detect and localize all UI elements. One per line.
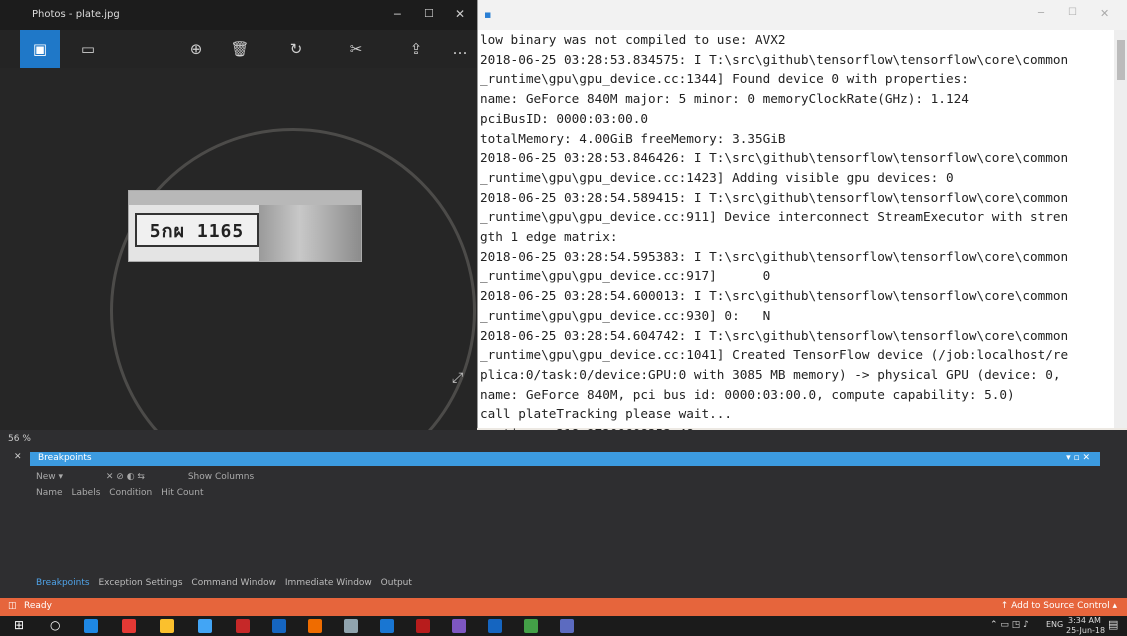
visual-studio-icon[interactable]	[452, 619, 466, 633]
explorer-icon[interactable]	[160, 619, 174, 633]
breakpoints-toolbar: New ▾ ✕ ⊘ ◐ ⇆ Show Columns	[36, 472, 254, 482]
column-header[interactable]: Condition	[109, 488, 152, 498]
breakpoints-header[interactable]: Breakpoints ▾ ▫ ✕	[30, 452, 1100, 466]
chrome-icon[interactable]	[122, 619, 136, 633]
view-photo-icon[interactable]: ▣	[20, 30, 60, 68]
license-plate-image: 5กผ 1165	[128, 190, 362, 262]
bottom-tabs: Breakpoints Exception Settings Command W…	[36, 578, 412, 588]
share-icon[interactable]: ⇪	[396, 30, 436, 68]
edge-icon[interactable]	[84, 619, 98, 633]
column-header[interactable]: Labels	[71, 488, 100, 498]
console-window: ▪ ─ ☐ ✕ low binary was not compiled to u…	[477, 0, 1127, 461]
tab-output[interactable]: Output	[381, 578, 412, 588]
language-indicator[interactable]: ENG	[1046, 620, 1063, 629]
minimize-icon[interactable]: ─	[1038, 8, 1044, 19]
console-app-icon: ▪	[484, 8, 492, 21]
app-icon[interactable]	[416, 619, 430, 633]
tab-command-window[interactable]: Command Window	[191, 578, 276, 588]
source-control-button[interactable]: ↑ Add to Source Control ▴	[1001, 601, 1117, 611]
start-icon[interactable]: ⊞	[14, 618, 24, 632]
delete-icon[interactable]: 🗑	[220, 30, 260, 68]
photos-titlebar[interactable]: Photos - plate.jpg ─ ☐ ✕	[0, 0, 477, 30]
column-header[interactable]: Hit Count	[161, 488, 203, 498]
notifications-icon[interactable]: ▤	[1108, 618, 1118, 631]
visual-studio-panel: 56 % ✕ Breakpoints ▾ ▫ ✕ New ▾ ✕ ⊘ ◐ ⇆ S…	[0, 430, 1127, 598]
photo-viewer[interactable]: 5กผ 1165 ⤢	[0, 68, 477, 494]
close-icon[interactable]: ✕	[455, 7, 465, 21]
status-icon: ◫	[8, 601, 17, 611]
tab-breakpoints[interactable]: Breakpoints	[36, 578, 90, 588]
store-icon[interactable]	[198, 619, 212, 633]
console-output: low binary was not compiled to use: AVX2…	[480, 32, 1069, 461]
app-icon[interactable]	[344, 619, 358, 633]
more-icon[interactable]: …	[440, 30, 480, 68]
breakpoints-title: Breakpoints	[38, 453, 92, 463]
photos-toolbar: ▣ ▭ ⊕ 🗑 ↻ ✂ ⇪ …	[0, 30, 477, 68]
tray-icons[interactable]: ⌃ ▭ ◳ ♪	[990, 620, 1029, 630]
app-icon[interactable]	[308, 619, 322, 633]
column-header[interactable]: Name	[36, 488, 63, 498]
maximize-icon[interactable]: ☐	[1068, 7, 1077, 18]
console-titlebar[interactable]: ▪ ─ ☐ ✕	[478, 0, 1127, 30]
new-breakpoint-button[interactable]: New ▾	[36, 472, 63, 482]
app-icon[interactable]	[380, 619, 394, 633]
tab-immediate-window[interactable]: Immediate Window	[285, 578, 372, 588]
console-scrollbar[interactable]	[1114, 30, 1127, 428]
zoom-level[interactable]: 56 %	[8, 434, 31, 444]
photos-window: Photos - plate.jpg ─ ☐ ✕ ▣ ▭ ⊕ 🗑 ↻ ✂ ⇪ ……	[0, 0, 477, 494]
taskbar: ⊞ ○ ⌃ ▭ ◳ ♪ ENG 3:34 AM 25-Jun-18 ▤	[0, 616, 1127, 636]
zoom-icon[interactable]: ⊕	[176, 30, 216, 68]
edit-icon[interactable]: ✂	[336, 30, 376, 68]
status-text: Ready	[24, 601, 52, 611]
app-icon[interactable]	[236, 619, 250, 633]
toolbar-icons[interactable]: ✕ ⊘ ◐ ⇆	[106, 472, 145, 482]
tab-exception-settings[interactable]: Exception Settings	[98, 578, 182, 588]
search-icon[interactable]: ○	[50, 618, 60, 632]
app-icon[interactable]	[524, 619, 538, 633]
expand-icon[interactable]: ⤢	[452, 370, 463, 386]
slideshow-icon[interactable]: ▭	[68, 30, 108, 68]
panel-controls-icon[interactable]: ▾ ▫ ✕	[1066, 453, 1090, 463]
close-icon[interactable]: ✕	[1100, 7, 1109, 20]
photos-title: Photos - plate.jpg	[32, 9, 120, 20]
maximize-icon[interactable]: ☐	[424, 7, 434, 20]
rotate-icon[interactable]: ↻	[276, 30, 316, 68]
minimize-icon[interactable]: ─	[394, 8, 401, 21]
photos-icon[interactable]	[560, 619, 574, 633]
clock-date[interactable]: 25-Jun-18	[1066, 626, 1105, 635]
word-icon[interactable]	[488, 619, 502, 633]
breakpoints-columns: Name Labels Condition Hit Count	[36, 488, 204, 498]
status-bar: ◫ Ready ↑ Add to Source Control ▴	[0, 598, 1127, 616]
app-icon[interactable]	[272, 619, 286, 633]
plate-number: 5กผ 1165	[135, 213, 259, 247]
close-panel-icon[interactable]: ✕	[14, 452, 22, 462]
show-columns-button[interactable]: Show Columns	[188, 472, 254, 482]
clock-time[interactable]: 3:34 AM	[1068, 616, 1101, 625]
